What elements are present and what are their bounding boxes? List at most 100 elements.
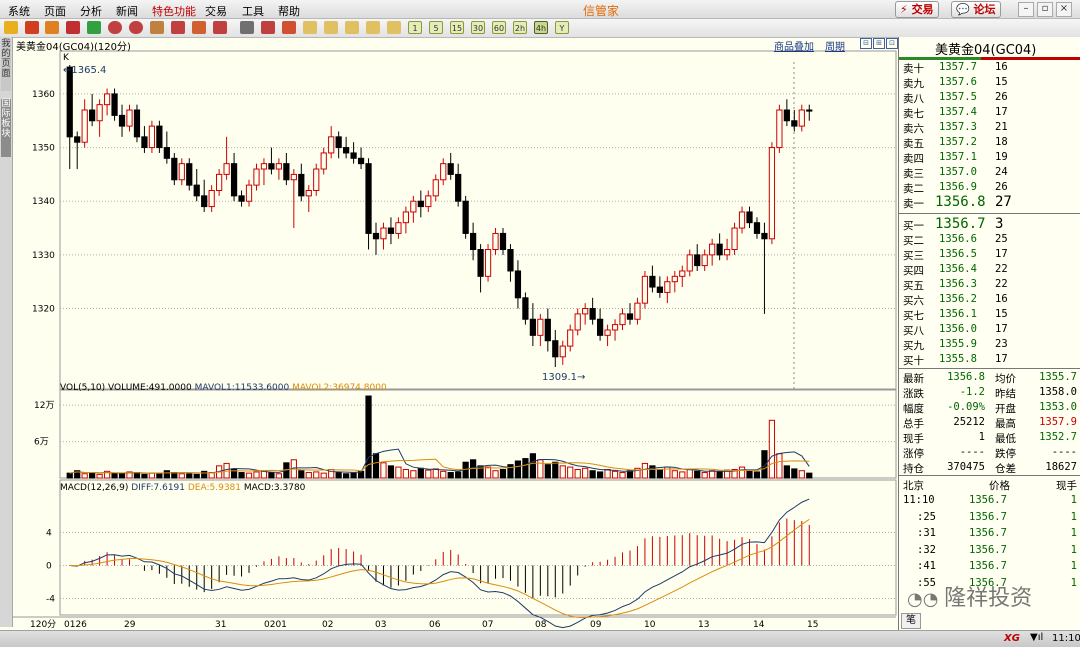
draw-line-icon[interactable]: [171, 21, 185, 34]
candle-body: [141, 136, 148, 149]
ask-row[interactable]: 卖六 1357.3 21: [903, 121, 1079, 136]
volume-bar: [298, 470, 305, 479]
chart-area: 1360 1350 1340 1330 1320 12万 6万 4 0 -4 120分 0126 29 3…: [12, 37, 898, 630]
menu-help[interactable]: 帮助: [278, 3, 300, 19]
tick-price: 1356.7: [969, 510, 1007, 523]
quote-value: 18627: [1045, 461, 1077, 473]
tick-tab[interactable]: 笔: [901, 613, 921, 629]
period-5m-button[interactable]: 5: [429, 21, 443, 34]
menu-trade[interactable]: 交易: [205, 3, 227, 19]
overlay-link[interactable]: 商品叠加: [774, 38, 814, 53]
period-3-icon[interactable]: [345, 21, 359, 34]
trade-button[interactable]: ⚡ 交易: [895, 1, 939, 18]
status-bar: XG ▼ıl 11:10: [0, 630, 1080, 647]
news-icon[interactable]: [66, 21, 80, 34]
bid-row[interactable]: 买二 1356.6 25: [903, 233, 1079, 248]
ask-row[interactable]: 卖十 1357.7 16: [903, 61, 1079, 76]
bid-row[interactable]: 买五 1356.3 22: [903, 278, 1079, 293]
period-30m-button[interactable]: 30: [471, 21, 485, 34]
bid-row[interactable]: 买八 1356.0 17: [903, 323, 1079, 338]
period-1m-button[interactable]: 1: [408, 21, 422, 34]
volume-bar: [118, 473, 126, 479]
period-4h-button[interactable]: 4h: [534, 21, 548, 34]
candle-body: [365, 163, 372, 234]
volume-bar: [701, 472, 708, 479]
home-icon[interactable]: [25, 21, 39, 34]
period-60m-button[interactable]: 60: [492, 21, 506, 34]
bid-row[interactable]: 买七 1356.1 15: [903, 308, 1079, 323]
bid-row[interactable]: 买三 1356.5 17: [903, 248, 1079, 263]
ask-row[interactable]: 卖一 1356.8 27: [903, 194, 1079, 211]
period-2h-button[interactable]: 2h: [513, 21, 527, 34]
bid-row[interactable]: 买九 1355.9 23: [903, 338, 1079, 353]
menu-news[interactable]: 新闻: [116, 3, 138, 19]
bid-row[interactable]: 买一 1356.7 3: [903, 216, 1079, 233]
menu-special[interactable]: 特色功能: [152, 3, 196, 19]
period-1-icon[interactable]: [303, 21, 317, 34]
bid-volume: 17: [995, 248, 1008, 260]
back-icon[interactable]: [4, 21, 18, 34]
candle-body: [709, 243, 716, 256]
ask-row[interactable]: 卖三 1357.0 24: [903, 166, 1079, 181]
quote-value: 1357.9: [1039, 416, 1077, 428]
minimize-icon[interactable]: –: [1018, 2, 1034, 17]
ask-row[interactable]: 卖七 1357.4 17: [903, 106, 1079, 121]
ask-row[interactable]: 卖九 1357.6 15: [903, 76, 1079, 91]
menu-page[interactable]: 页面: [44, 3, 66, 19]
menu-tools[interactable]: 工具: [242, 3, 264, 19]
tick-separator: [899, 475, 1080, 476]
side-tab-international[interactable]: 国际板块: [1, 99, 11, 157]
period-4-icon[interactable]: [366, 21, 380, 34]
ask-row[interactable]: 卖五 1357.2 18: [903, 136, 1079, 151]
ask-price: 1357.7: [939, 61, 977, 73]
volume-bar: [380, 462, 387, 479]
volume-bar: [798, 470, 805, 479]
ask-row[interactable]: 卖四 1357.1 19: [903, 151, 1079, 166]
bid-row[interactable]: 买四 1356.4 22: [903, 263, 1079, 278]
forum-button[interactable]: 💬 论坛: [951, 1, 1001, 18]
window-split-icon[interactable]: ⊟: [860, 38, 872, 49]
bid-row[interactable]: 买十 1355.8 17: [903, 353, 1079, 368]
menu-system[interactable]: 系统: [8, 3, 30, 19]
pen-icon[interactable]: [192, 21, 206, 34]
price-tick-label: 1350: [32, 144, 55, 154]
quote-separator: [899, 368, 1080, 369]
period-15m-button[interactable]: 15: [450, 21, 464, 34]
bid-label: 买四: [903, 265, 924, 277]
window-expand-icon[interactable]: ⊡: [886, 38, 898, 49]
ask-label: 卖三: [903, 168, 924, 180]
volume-bar: [156, 473, 163, 479]
period-link[interactable]: 周期: [825, 38, 845, 53]
bid-label: 买八: [903, 325, 924, 337]
folder-icon[interactable]: [45, 21, 59, 34]
ask-row[interactable]: 卖二 1356.9 26: [903, 181, 1079, 196]
high-annotation-value: 1365.4: [71, 65, 107, 76]
period-year-button[interactable]: Y: [555, 21, 569, 34]
zoom-out-icon[interactable]: [129, 21, 143, 34]
ask-volume: 26: [995, 181, 1008, 193]
period-2-icon[interactable]: [324, 21, 338, 34]
candle-body: [74, 136, 81, 143]
table-icon[interactable]: [240, 21, 254, 34]
volume-bar: [768, 419, 776, 479]
period-5-icon[interactable]: [387, 21, 401, 34]
volume-bar: [410, 470, 417, 479]
ask-price: 1356.8: [935, 194, 986, 210]
maximize-icon[interactable]: ▫: [1037, 2, 1053, 17]
side-tab-my-page[interactable]: 我的页面: [1, 39, 11, 91]
refresh-icon[interactable]: [87, 21, 101, 34]
window-restore-icon[interactable]: ⊞: [873, 38, 885, 49]
candle-body: [522, 297, 529, 320]
zoom-in-icon[interactable]: [108, 21, 122, 34]
close-icon[interactable]: ×: [1056, 2, 1072, 17]
crosshair-icon[interactable]: [150, 21, 164, 34]
ask-row[interactable]: 卖八 1357.5 26: [903, 91, 1079, 106]
menu-analysis[interactable]: 分析: [80, 3, 102, 19]
bid-row[interactable]: 买六 1356.2 16: [903, 293, 1079, 308]
tick-time: 11:10: [903, 494, 935, 506]
volume-bar: [753, 471, 761, 479]
ticks-icon[interactable]: [282, 21, 296, 34]
filter-icon[interactable]: [213, 21, 227, 34]
kline-icon[interactable]: [261, 21, 275, 34]
tick-price: 1356.7: [969, 527, 1007, 539]
